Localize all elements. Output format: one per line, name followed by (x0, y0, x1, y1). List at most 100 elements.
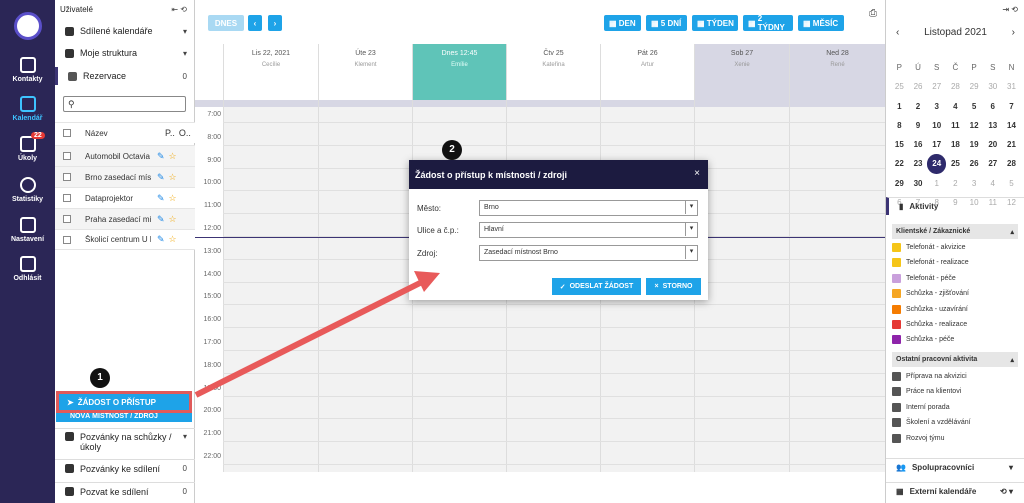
activity-item[interactable]: Schůzka - péče (892, 332, 1018, 347)
calendar-day[interactable]: 9 (909, 116, 928, 135)
nav-tasks[interactable]: 22 Úkoly (0, 132, 55, 162)
list-item[interactable]: Školicí centrum U li...✎☆ (55, 229, 195, 250)
edit-icon[interactable]: ✎ (157, 172, 165, 183)
calendar-day[interactable]: 24 (927, 154, 947, 174)
view-day-button[interactable]: ▦ DEN (604, 15, 641, 31)
day-header[interactable]: Čtv 25 Kateřina (506, 44, 600, 100)
day-header[interactable]: Lis 22, 2021 Cecílie (223, 44, 318, 100)
activity-item[interactable]: Práce na klientovi (892, 384, 1018, 399)
collapse-icon[interactable]: ⇤ ⟲ (171, 5, 187, 14)
calendar-day[interactable]: 11 (946, 116, 965, 135)
calendar-day[interactable]: 5 (1002, 174, 1021, 193)
day-header[interactable]: Úte 23 Klement (318, 44, 412, 100)
my-structure[interactable]: Moje struktura ▾ (55, 44, 195, 62)
send-request-button[interactable]: ✓ ODESLAT ŽÁDOST (552, 278, 641, 295)
next-month-icon[interactable]: › (1012, 27, 1015, 38)
today-button[interactable]: DNES (208, 15, 244, 31)
calendar-day[interactable]: 31 (1002, 77, 1021, 96)
activity-item[interactable]: Příprava na akvizici (892, 369, 1018, 384)
calendar-day[interactable]: 23 (909, 154, 928, 173)
calendar-day[interactable]: 13 (983, 116, 1002, 135)
app-logo[interactable] (14, 12, 42, 40)
activity-item[interactable]: Telefonát - péče (892, 271, 1018, 286)
calendar-day[interactable]: 27 (927, 77, 946, 96)
star-icon[interactable]: ☆ (169, 193, 177, 204)
list-item[interactable]: Praha zasedací mí...✎☆ (55, 208, 195, 229)
row-checkbox[interactable] (63, 235, 71, 244)
calendar-day[interactable]: 28 (946, 77, 965, 96)
calendar-day[interactable]: 2 (909, 97, 928, 116)
nav-statistics[interactable]: Statistiky (0, 177, 55, 203)
calendar-day[interactable]: 1 (890, 97, 909, 116)
edit-icon[interactable]: ✎ (157, 214, 165, 225)
mini-calendar[interactable]: P Ú S Č P S N25 26 27 28 29 30 311 2 3 4 5 6 78 9 10 11 12 13 14… (890, 58, 1021, 212)
external-calendars-section[interactable]: ▦ Externí kalendáře ⟲ ▾ (886, 482, 1024, 500)
calendar-day[interactable]: 6 (983, 97, 1002, 116)
resource-select[interactable]: Zasedací místnost Brno (479, 245, 698, 261)
calendar-day[interactable]: 15 (890, 135, 909, 154)
activity-group[interactable]: Ostatní pracovní aktivita ▴ (892, 352, 1018, 367)
nav-settings[interactable]: Nastavení (0, 217, 55, 243)
sharing-invitations[interactable]: Pozvánky ke sdílení 0 (55, 459, 195, 477)
calendar-day[interactable]: 16 (909, 135, 928, 154)
calendar-day[interactable]: 8 (890, 116, 909, 135)
day-header-today[interactable]: Dnes 12:45 Emílie (412, 44, 506, 100)
nav-calendar[interactable]: Kalendář (0, 96, 55, 122)
day-header[interactable]: Sob 27 Xenie (694, 44, 789, 100)
calendar-day[interactable]: 26 (909, 77, 928, 96)
row-checkbox[interactable] (63, 152, 71, 160)
reservations[interactable]: Rezervace 0 (55, 67, 195, 85)
star-icon[interactable]: ☆ (169, 234, 177, 245)
day-header[interactable]: Pát 26 Artur (600, 44, 694, 100)
activity-item[interactable]: Telefonát - akvizice (892, 240, 1018, 255)
calendar-day[interactable]: 7 (1002, 97, 1021, 116)
calendar-day[interactable]: 21 (1002, 135, 1021, 154)
calendar-day[interactable]: 28 (1002, 154, 1021, 173)
calendar-day[interactable]: 27 (983, 154, 1002, 173)
row-checkbox[interactable] (63, 194, 71, 202)
calendar-day[interactable]: 3 (927, 97, 946, 116)
activities-section[interactable]: ▮ Aktivity (886, 197, 1024, 215)
view-week-button[interactable]: ▦ TÝDEN (692, 15, 738, 31)
search-input[interactable]: ⚲ (63, 96, 186, 112)
request-access-button[interactable]: ➤ ŽÁDOST O PŘÍSTUP (56, 391, 192, 413)
star-icon[interactable]: ☆ (169, 172, 177, 183)
activity-item[interactable]: Telefonát - realizace (892, 255, 1018, 270)
list-item[interactable]: Dataprojektor ✎ ☆ (55, 187, 195, 208)
shared-calendars[interactable]: Sdílené kalendáře ▾ (55, 22, 195, 40)
calendar-day[interactable]: 22 (890, 154, 909, 173)
row-checkbox[interactable] (63, 173, 71, 181)
star-icon[interactable]: ☆ (169, 151, 177, 162)
activity-item[interactable]: Interní porada (892, 400, 1018, 415)
invite-to-share[interactable]: Pozvat ke sdílení 0 (55, 482, 195, 500)
activity-group[interactable]: Klientské / Zákaznické ▴ (892, 224, 1018, 239)
calendar-day[interactable]: 5 (965, 97, 984, 116)
calendar-day[interactable]: 19 (965, 135, 984, 154)
coworkers-section[interactable]: 👥 Spolupracovníci ▾ (886, 458, 1024, 476)
calendar-day[interactable]: 26 (965, 154, 984, 173)
list-item[interactable]: Automobil Octavia ✎ ☆ (55, 145, 195, 166)
calendar-day[interactable]: 4 (946, 97, 965, 116)
calendar-day[interactable]: 12 (965, 116, 984, 135)
list-item[interactable]: Brno zasedací míst...✎☆ (55, 166, 195, 187)
calendar-day[interactable]: 30 (983, 77, 1002, 96)
street-select[interactable]: Hlavní (479, 222, 698, 238)
calendar-day[interactable]: 3 (965, 174, 984, 193)
calendar-day[interactable]: 25 (946, 154, 965, 173)
close-icon[interactable]: × (694, 168, 700, 179)
calendar-day[interactable]: 10 (927, 116, 946, 135)
prev-month-icon[interactable]: ‹ (896, 27, 899, 38)
star-icon[interactable]: ☆ (169, 214, 177, 225)
activity-item[interactable]: Schůzka - realizace (892, 317, 1018, 332)
calendar-day[interactable]: 29 (965, 77, 984, 96)
calendar-day[interactable]: 20 (983, 135, 1002, 154)
calendar-day[interactable]: 29 (890, 174, 909, 193)
view-2weeks-button[interactable]: ▦ 2 TÝDNY (743, 14, 793, 32)
edit-icon[interactable]: ✎ (157, 193, 165, 204)
edit-icon[interactable]: ✎ (157, 234, 165, 245)
activity-item[interactable]: Schůzka - zjišťování (892, 286, 1018, 301)
calendar-day[interactable]: 18 (946, 135, 965, 154)
edit-icon[interactable]: ✎ (157, 151, 165, 162)
cancel-button[interactable]: × STORNO (646, 278, 701, 295)
calendar-day[interactable]: 1 (927, 174, 946, 193)
